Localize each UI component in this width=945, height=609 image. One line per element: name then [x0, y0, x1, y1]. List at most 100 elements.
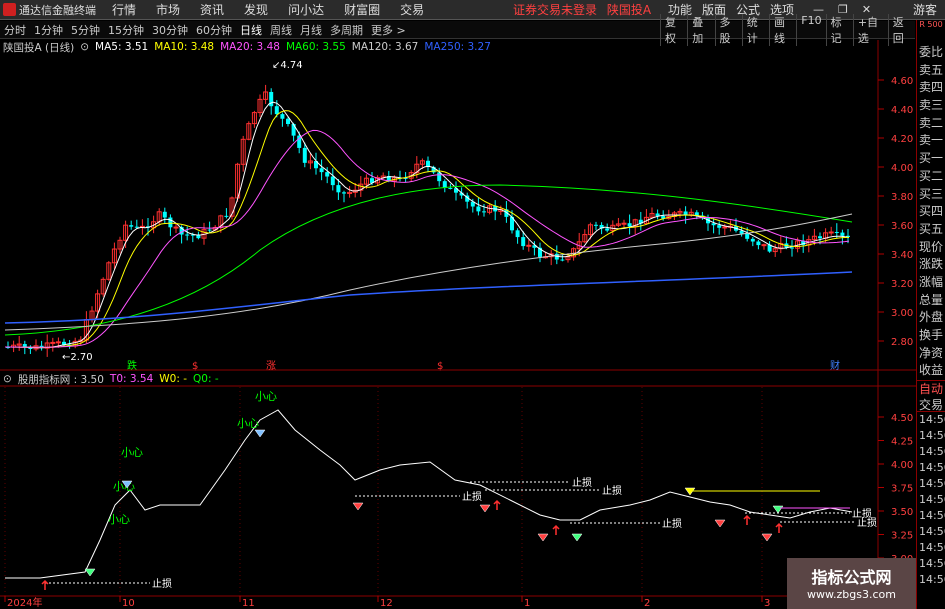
side-panel-item[interactable]: 买五	[917, 221, 945, 239]
sell-gem-icon	[537, 533, 549, 542]
event-marker: $	[192, 361, 198, 372]
buy-gem-icon	[571, 533, 583, 542]
auto-trade-line1: 自动	[918, 382, 943, 397]
side-panel-item[interactable]: 委比	[917, 44, 945, 62]
tick-time: 14:56	[919, 429, 945, 443]
candle-body	[280, 114, 285, 119]
price-tick-label: 3.00	[891, 308, 913, 319]
candle-body	[711, 223, 716, 226]
side-panel-item[interactable]: 涨跌	[917, 256, 945, 274]
tick-time: 14:56	[919, 461, 945, 475]
event-marker: $	[437, 361, 443, 372]
candle-body	[448, 188, 453, 190]
candle-body	[521, 237, 526, 247]
candle-body	[834, 231, 839, 233]
date-tick-label: 12	[380, 598, 393, 609]
candle-body	[134, 226, 139, 228]
sell-gem-icon	[714, 519, 726, 528]
candle-body	[224, 215, 229, 217]
candle-body	[162, 211, 167, 218]
side-panel-item[interactable]: 买二	[917, 168, 945, 186]
up-arrow-icon	[775, 522, 783, 533]
side-panel-item[interactable]: 买四	[917, 203, 945, 221]
side-panel-item[interactable]: 现价	[917, 239, 945, 257]
side-panel-item[interactable]: 总量	[917, 292, 945, 310]
candle-body	[482, 211, 486, 213]
event-marker: 财	[830, 359, 840, 372]
ma250-line	[4, 271, 853, 324]
stop-loss-label: 止损	[462, 490, 482, 503]
watermark-url: www.zbgs3.com	[807, 588, 896, 601]
up-arrow-icon	[41, 579, 49, 590]
candle-body	[129, 225, 134, 227]
indicator-caution-label: 小心	[108, 513, 130, 526]
event-marker: 跌	[127, 359, 137, 372]
sell-gem-icon	[761, 533, 773, 542]
price-tick-label: 3.60	[891, 221, 913, 232]
candle-body	[745, 233, 750, 239]
candle-body	[717, 225, 722, 228]
candle-body	[790, 247, 794, 249]
indicator-tick-label: 4.00	[891, 460, 913, 471]
tick-time: 14:56	[919, 413, 945, 427]
price-tick-label: 2.80	[891, 337, 913, 348]
side-panel-item[interactable]: 买三	[917, 186, 945, 204]
side-panel-item[interactable]: 换手	[917, 327, 945, 345]
date-tick-label: 2024年	[7, 596, 42, 609]
candle-body	[621, 222, 627, 225]
candle-body	[342, 192, 346, 194]
side-panel-item[interactable]: 卖四	[917, 79, 945, 97]
price-tick-label: 3.80	[891, 192, 913, 203]
candle-body	[325, 172, 330, 177]
candle-body	[336, 185, 341, 193]
side-panel-item[interactable]: 净资	[917, 345, 945, 363]
candle-body	[291, 123, 296, 136]
side-panel-item[interactable]: 卖三	[917, 97, 945, 115]
date-tick-label: 2	[644, 598, 650, 609]
buy-gem-icon	[254, 429, 266, 438]
auto-trade-line2: 交易	[918, 398, 943, 413]
price-tick-label: 4.20	[891, 134, 913, 145]
date-tick-label: 11	[242, 598, 255, 609]
candle-body	[55, 341, 61, 344]
candle-body	[761, 244, 767, 247]
date-tick-label: 3	[764, 598, 770, 609]
candle-body	[818, 236, 822, 239]
tick-time: 14:56	[919, 525, 945, 539]
side-panel-item[interactable]: 卖二	[917, 115, 945, 133]
chart-canvas[interactable]: 4.60 4.40 4.20 4.00 3.80 3.60 3.40 3.20 3.00 2.80…	[0, 0, 916, 609]
side-panel-header[interactable]: R 500	[917, 20, 945, 44]
side-panel-item[interactable]: 涨幅	[917, 274, 945, 292]
candle-body	[840, 232, 845, 236]
candle-body	[207, 229, 212, 231]
candle-body	[750, 238, 755, 242]
candle-body	[560, 259, 565, 261]
side-panel-item[interactable]: 卖五	[917, 62, 945, 80]
date-tick-label: 10	[122, 598, 135, 609]
stop-loss-label: 止损	[662, 517, 682, 530]
side-panel-item[interactable]: 买一	[917, 150, 945, 168]
candle-body	[828, 231, 834, 234]
tick-time: 14:56	[919, 493, 945, 507]
candle-body	[185, 234, 190, 236]
quote-side-panel: R 500 委比 卖五 卖四 卖三 卖二 卖一 买一 买二 买三 买四 买五 现价 涨跌 涨幅 总量 外盘 换手…	[916, 20, 945, 609]
price-tick-label: 3.40	[891, 250, 913, 261]
indicator-caution-label: 小心	[255, 390, 277, 403]
side-panel-item[interactable]: 外盘	[917, 309, 945, 327]
price-tick-label: 4.60	[891, 76, 913, 87]
stop-loss-label: 止损	[152, 577, 172, 590]
auto-trade-button[interactable]: 自动 交易	[917, 380, 945, 413]
indicator-line	[5, 409, 853, 579]
side-panel-item[interactable]: 卖一	[917, 132, 945, 150]
guest-button[interactable]: 游客	[913, 1, 937, 18]
event-marker: 涨	[266, 360, 276, 372]
candle-body	[22, 344, 27, 347]
ma60-line	[4, 184, 853, 336]
candle-body	[476, 206, 481, 212]
candle-body	[594, 224, 598, 226]
candle-body	[302, 147, 307, 163]
indicator-tick-label: 3.50	[891, 507, 913, 518]
indicator-tick-label: 4.50	[891, 413, 913, 424]
candle-body	[330, 176, 335, 186]
side-panel-item[interactable]: 收益	[917, 362, 945, 380]
